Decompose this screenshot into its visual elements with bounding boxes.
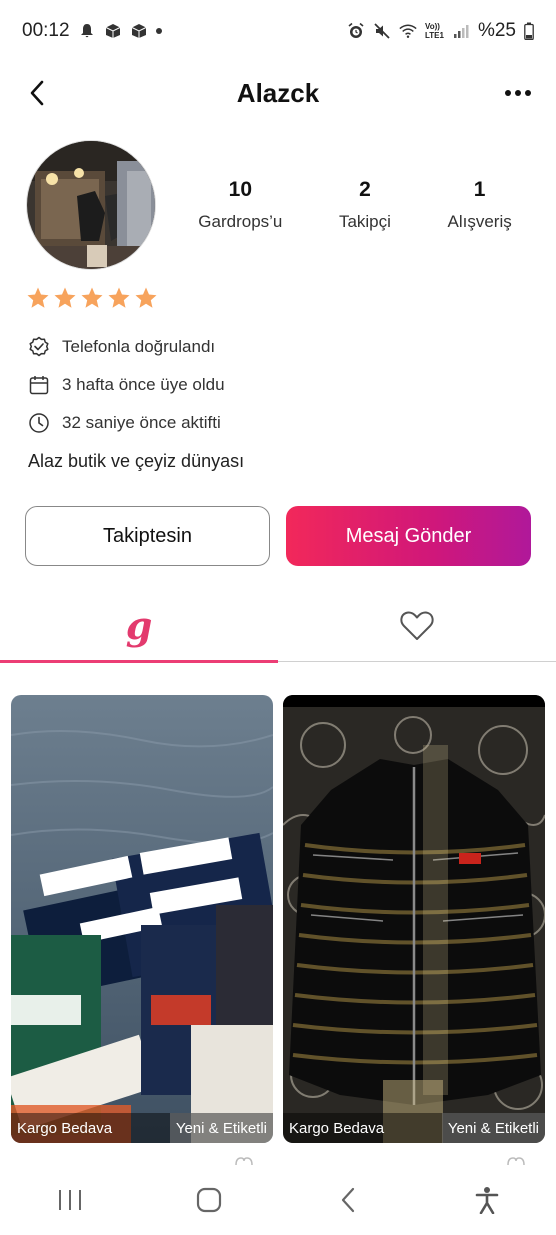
battery-icon [524,22,534,40]
stat-closet[interactable]: 10 Gardrops’u [198,178,282,232]
battery-percent: %25 [477,20,516,41]
new-with-tags-badge: Yeni & Etiketli [169,1113,273,1143]
free-shipping-badge: Kargo Bedava [11,1113,170,1143]
info-last-active-text: 32 saniye önce aktifti [62,413,221,432]
send-message-button[interactable]: Mesaj Gönder [286,506,531,566]
free-shipping-badge: Kargo Bedava [283,1113,442,1143]
status-bar: 00:12 Vo)) LTE1 %25 [0,0,556,62]
product-photo [11,695,273,1143]
new-with-tags-badge: Yeni & Etiketli [441,1113,545,1143]
accessibility-button[interactable] [457,1175,517,1225]
star-icon [135,287,157,308]
back-arrow-icon [30,80,44,106]
stat-followers-value: 2 [359,178,371,201]
profile-bio: Alaz butik ve çeyiz dünyası [28,451,245,471]
stat-purchases[interactable]: 1 Alışveriş [447,178,511,232]
tab-closet[interactable]: g [0,590,278,663]
network-type: Vo)) LTE1 [425,22,444,40]
stat-followers[interactable]: 2 Takipçi [339,178,391,232]
star-icon [27,287,49,308]
verified-badge-icon [29,336,49,357]
avatar[interactable] [26,140,156,270]
product-card[interactable]: Kargo Bedava Yeni & Etiketli [11,695,273,1143]
accessibility-icon [475,1187,498,1214]
stat-closet-value: 10 [228,178,253,201]
status-time: 00:12 [22,20,70,41]
favorite-heart-icon[interactable] [506,1157,526,1165]
alarm-icon [347,22,365,40]
recent-apps-icon [58,1190,81,1210]
tab-favorites[interactable] [278,590,556,661]
rating-stars[interactable] [26,286,158,310]
package-icon-2 [130,22,148,40]
wifi-icon [399,22,417,40]
avatar-photo [27,141,155,269]
profile-tabs: g [0,590,556,663]
stat-purchases-label: Alışveriş [447,212,512,231]
star-icon [108,287,130,308]
recent-apps-button[interactable] [40,1175,100,1225]
info-last-active: 32 saniye önce aktifti [28,404,225,442]
product-card[interactable]: Kargo Bedava Yeni & Etiketli [283,695,545,1143]
info-member-since: 3 hafta önce üye oldu [28,366,225,404]
profile-info-list: Telefonla doğrulandı 3 hafta önce üye ol… [28,328,225,442]
star-icon [81,287,103,308]
info-phone-verified: Telefonla doğrulandı [28,328,225,366]
more-options-button[interactable] [498,76,538,110]
profile-stats: 10 Gardrops’u 2 Takipçi 1 Alışveriş [170,178,540,232]
back-button[interactable] [20,76,54,110]
stat-closet-label: Gardrops’u [198,212,283,231]
more-notifications-dot [155,28,162,34]
product-badges: Kargo Bedava Yeni & Etiketli [11,1113,273,1143]
signal-icon [452,22,470,40]
status-left: 00:12 [22,20,162,42]
mute-icon [373,22,391,40]
calendar-icon [29,376,49,395]
favorite-heart-icon[interactable] [234,1157,254,1165]
system-back-icon [341,1187,354,1213]
home-icon [196,1187,221,1213]
product-photo [283,695,545,1143]
star-icon [54,287,76,308]
info-phone-verified-text: Telefonla doğrulandı [62,337,216,356]
app-header: Alazck [0,62,556,124]
clock-icon [29,413,49,433]
package-icon [104,22,122,40]
page-title: Alazck [236,77,320,108]
home-button[interactable] [179,1175,239,1225]
notification-bell-icon [78,22,96,40]
system-navigation-bar [0,1165,556,1235]
info-member-since-text: 3 hafta önce üye oldu [62,375,225,394]
stat-followers-label: Takipçi [338,212,391,231]
stat-purchases-value: 1 [473,178,486,201]
closet-g-icon: g [125,602,153,648]
more-dots-icon [505,90,531,96]
heart-icon [400,611,434,640]
status-right: Vo)) LTE1 %25 [347,20,534,42]
follow-button[interactable]: Takiptesin [25,506,270,566]
product-badges: Kargo Bedava Yeni & Etiketli [283,1113,545,1143]
system-back-button[interactable] [318,1175,378,1225]
product-grid: Kargo Bedava Yeni & Etiketli Kargo Bedav… [11,695,545,1143]
